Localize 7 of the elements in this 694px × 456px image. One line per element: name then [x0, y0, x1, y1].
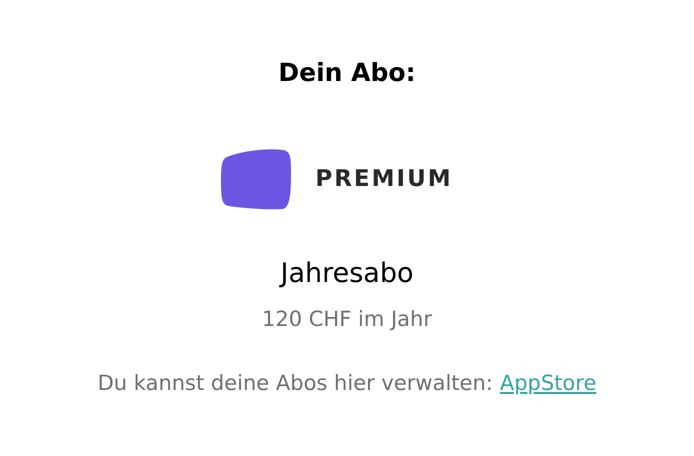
plan-name: Jahresabo	[280, 257, 414, 291]
plan-logo-icon	[221, 149, 292, 210]
heading: Dein Abo:	[278, 57, 416, 89]
manage-note: Du kannst deine Abos hier verwalten:	[98, 370, 493, 397]
plan-price: 120 CHF im Jahr	[262, 306, 432, 333]
plan-tier-label: PREMIUM	[315, 165, 453, 194]
appstore-link[interactable]: AppStore	[500, 368, 596, 398]
